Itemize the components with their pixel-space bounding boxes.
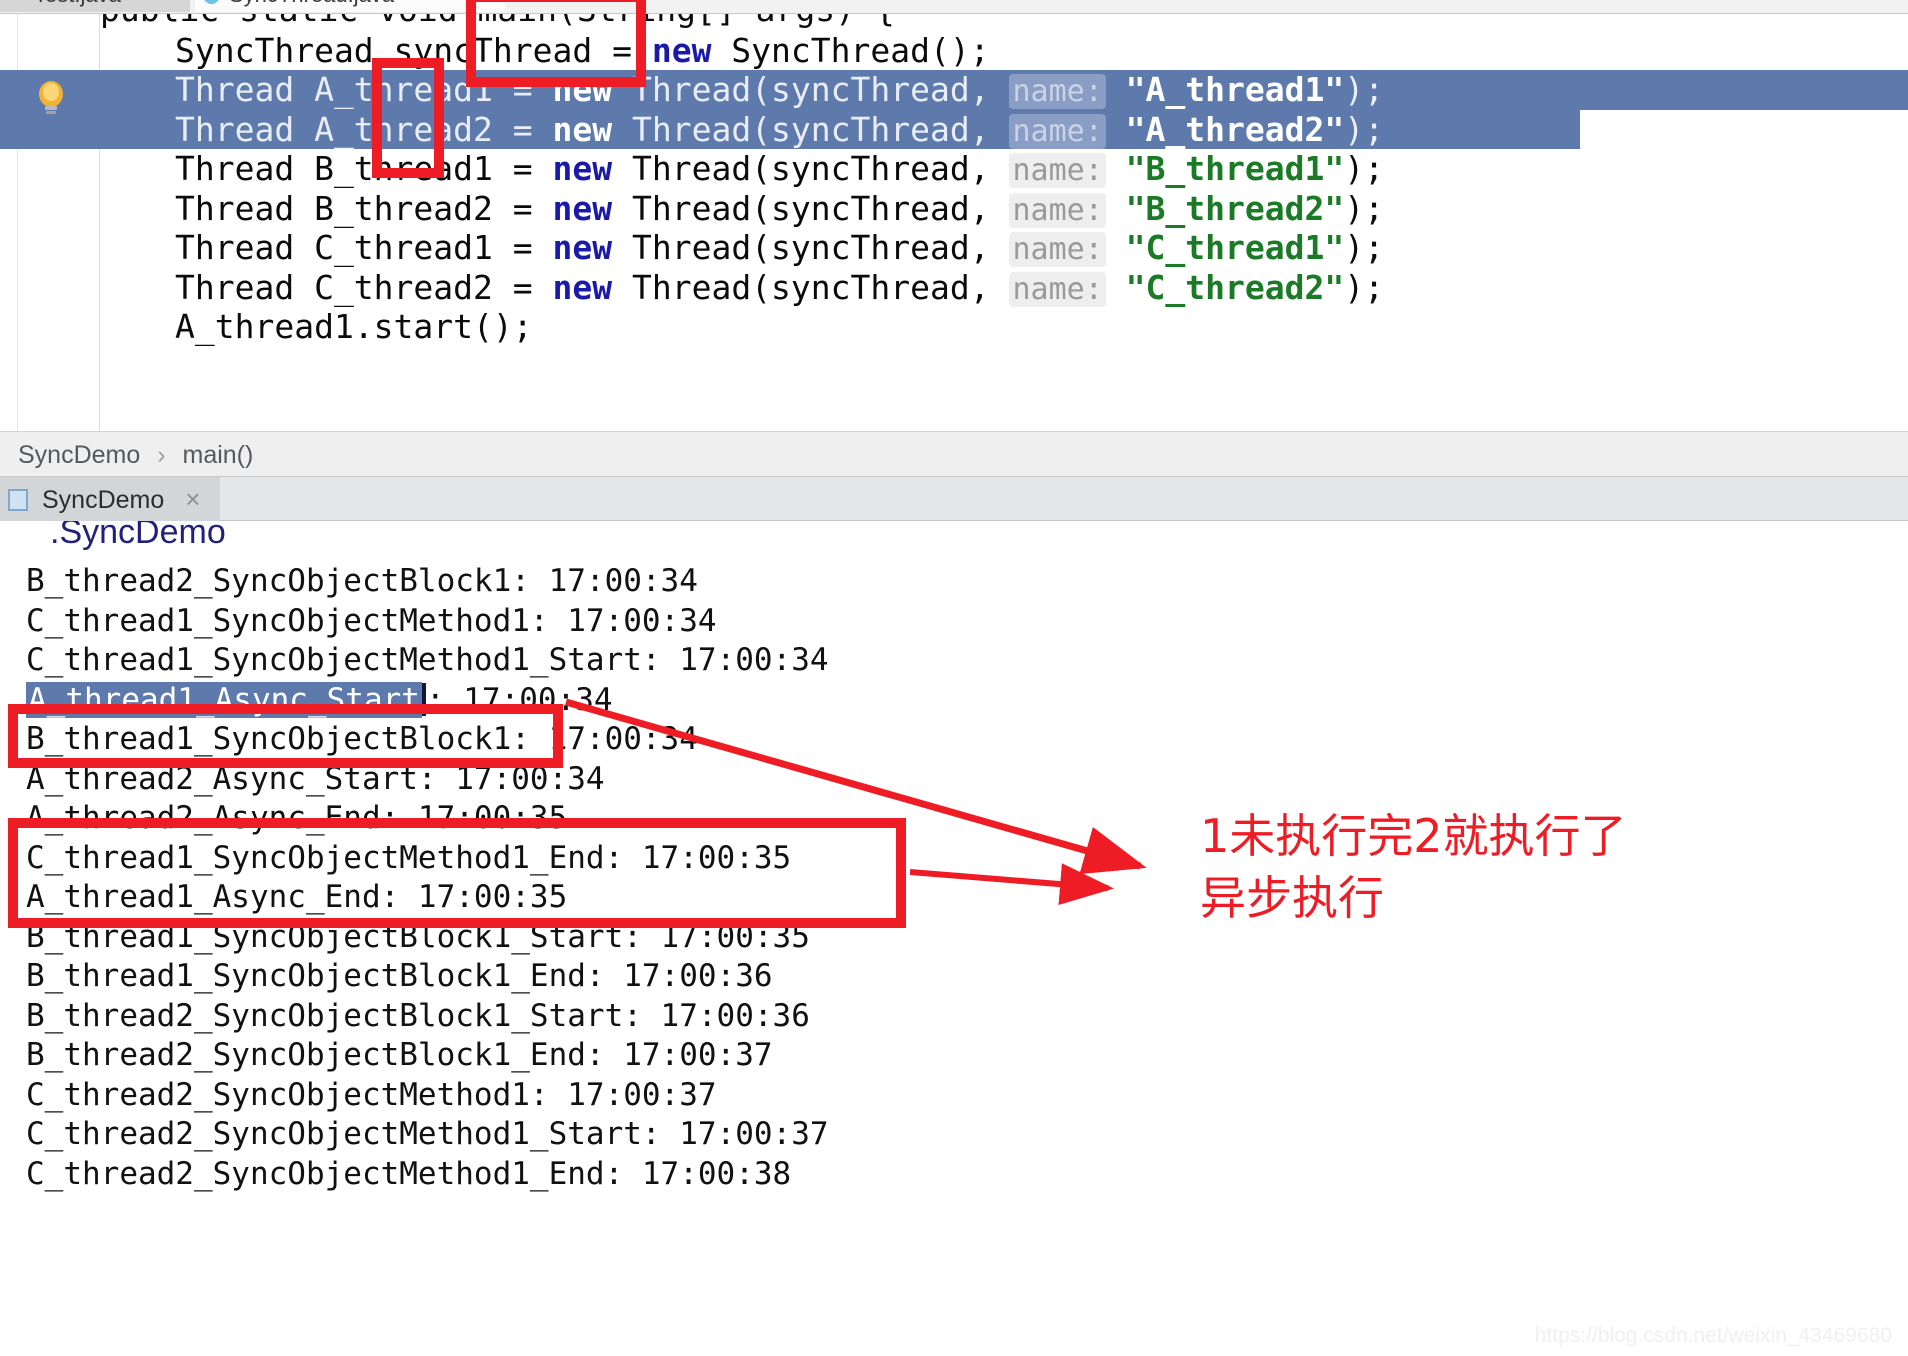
code-line: A_thread1.start(); [100,307,533,347]
keyword-new: new [651,30,712,70]
code-line: Thread B_thread1 = new Thread(syncThread… [100,149,1384,189]
tab-label: SyncDemo [42,486,165,514]
code-line: Thread C_thread2 = new Thread(syncThread… [100,268,1384,308]
file-tab-test[interactable]: Test.java [0,0,190,12]
console-line: A_thread2_Async_End: 17:00:35 [26,800,568,836]
code-token: A_thread1.start(); [175,307,533,346]
code-token: Thread B_thread2 = [175,188,553,228]
breadcrumb-item-method[interactable]: main() [183,441,254,469]
code-line: Thread B_thread2 = new Thread(syncThread… [100,189,1384,229]
string-literal: "A_thread1" [1125,70,1345,109]
code-token: Thread B_thread1 = [175,149,553,188]
keyword-new: new [552,267,613,307]
param-hint: name: [1009,153,1106,188]
console-line-text: A_thread1_Async_Start [26,681,422,718]
console-line: C_thread2_SyncObjectMethod1: 17:00:37 [26,1076,717,1113]
tab-syncdemo[interactable]: SyncDemo × [0,477,221,521]
param-hint: name: [1009,271,1106,307]
run-tool-window-tabs: SyncDemo × [0,477,1908,521]
console-header-line: .SyncDemo [50,521,226,551]
keyword-new: new [552,149,613,188]
code-line: Thread C_thread1 = new Thread(syncThread… [100,228,1384,268]
code-lines: SyncThread syncThread = new SyncThread()… [100,14,1908,431]
console-line: B_thread1_SyncObjectBlock1_Start: 17:00:… [26,918,810,955]
close-icon[interactable]: × [185,484,200,514]
code-line: Thread A_thread2 = new Thread(syncThread… [100,110,1384,150]
code-editor[interactable]: public static void main(String[] args) {… [0,14,1908,431]
param-hint: name: [1009,74,1106,109]
file-tab-label: Test.java [34,0,121,7]
console-line: B_thread2_SyncObjectBlock1: 17:00:34 [26,563,698,599]
string-literal: "B_thread2" [1125,188,1345,228]
code-token: ); [1344,149,1384,188]
console-line: B_thread1_SyncObjectBlock1: 17:00:34 [26,721,698,757]
breadcrumb[interactable]: SyncDemo › main() [0,431,1908,477]
code-line: Thread A_thread1 = new Thread(syncThread… [100,70,1384,110]
keyword-new: new [552,109,613,149]
code-token: Thread A_thread2 = [175,109,553,149]
code-token: Thread(syncThread, [612,109,1010,149]
code-token: Thread(syncThread, [612,228,1010,267]
console-line: C_thread1_SyncObjectMethod1: 17:00:34 [26,602,717,639]
param-hint: name: [1009,232,1106,267]
console-line: B_thread2_SyncObjectBlock1_End: 17:00:37 [26,1037,773,1073]
editor-file-tab-strip: Test.java SyncThread.java [0,0,1908,14]
file-tab-syncthread[interactable]: SyncThread.java [195,0,505,12]
console-line: C_thread1_SyncObjectMethod1_End: 17:00:3… [26,839,792,876]
code-token: Thread(syncThread, [612,70,1010,109]
code-token: SyncThread(); [711,30,990,70]
console-output[interactable]: .SyncDemo B_thread2_SyncObjectBlock1: 17… [0,521,1908,1356]
code-token: ); [1344,70,1384,109]
console-line-suffix: : 17:00:34 [425,681,613,718]
console-line: C_thread1_SyncObjectMethod1_Start: 17:00… [26,642,829,678]
code-token: SyncThread syncThread = [175,30,652,70]
code-token: Thread C_thread1 = [175,228,553,267]
file-tab-label: SyncThread.java [229,0,394,7]
param-hint: name: [1009,192,1106,228]
console-line: A_thread2_Async_Start: 17:00:34 [26,760,605,797]
console-line-selected[interactable]: A_thread1_Async_Start: 17:00:34 [26,681,613,721]
code-token: ); [1344,188,1384,228]
param-hint: name: [1009,113,1106,149]
console-line: C_thread2_SyncObjectMethod1_Start: 17:00… [26,1116,829,1152]
console-line: A_thread1_Async_End: 17:00:35 [26,879,568,915]
lightbulb-icon[interactable] [36,80,66,116]
code-token: Thread(syncThread, [612,188,1010,228]
code-line: SyncThread syncThread = new SyncThread()… [100,31,990,71]
code-token: Thread(syncThread, [612,267,1010,307]
code-token: Thread A_thread1 = [175,70,553,109]
keyword-new: new [552,228,613,267]
code-token: ); [1344,109,1384,149]
string-literal: "B_thread1" [1125,149,1345,188]
keyword-new: new [552,70,613,109]
keyword-new: new [552,188,613,228]
console-line: B_thread2_SyncObjectBlock1_Start: 17:00:… [26,997,810,1034]
code-token: ); [1344,267,1384,307]
code-token: ); [1344,228,1384,267]
java-file-icon [203,0,220,4]
console-line: C_thread2_SyncObjectMethod1_End: 17:00:3… [26,1155,792,1192]
code-token: Thread(syncThread, [612,149,1010,188]
string-literal: "C_thread1" [1125,228,1345,267]
string-literal: "A_thread2" [1125,109,1345,149]
console-line: B_thread1_SyncObjectBlock1_End: 17:00:36 [26,958,773,994]
code-token: Thread C_thread2 = [175,267,553,307]
breadcrumb-item-class[interactable]: SyncDemo [18,441,140,469]
run-config-icon [8,489,28,511]
breadcrumb-separator-icon: › [157,441,166,469]
string-literal: "C_thread2" [1125,267,1345,307]
